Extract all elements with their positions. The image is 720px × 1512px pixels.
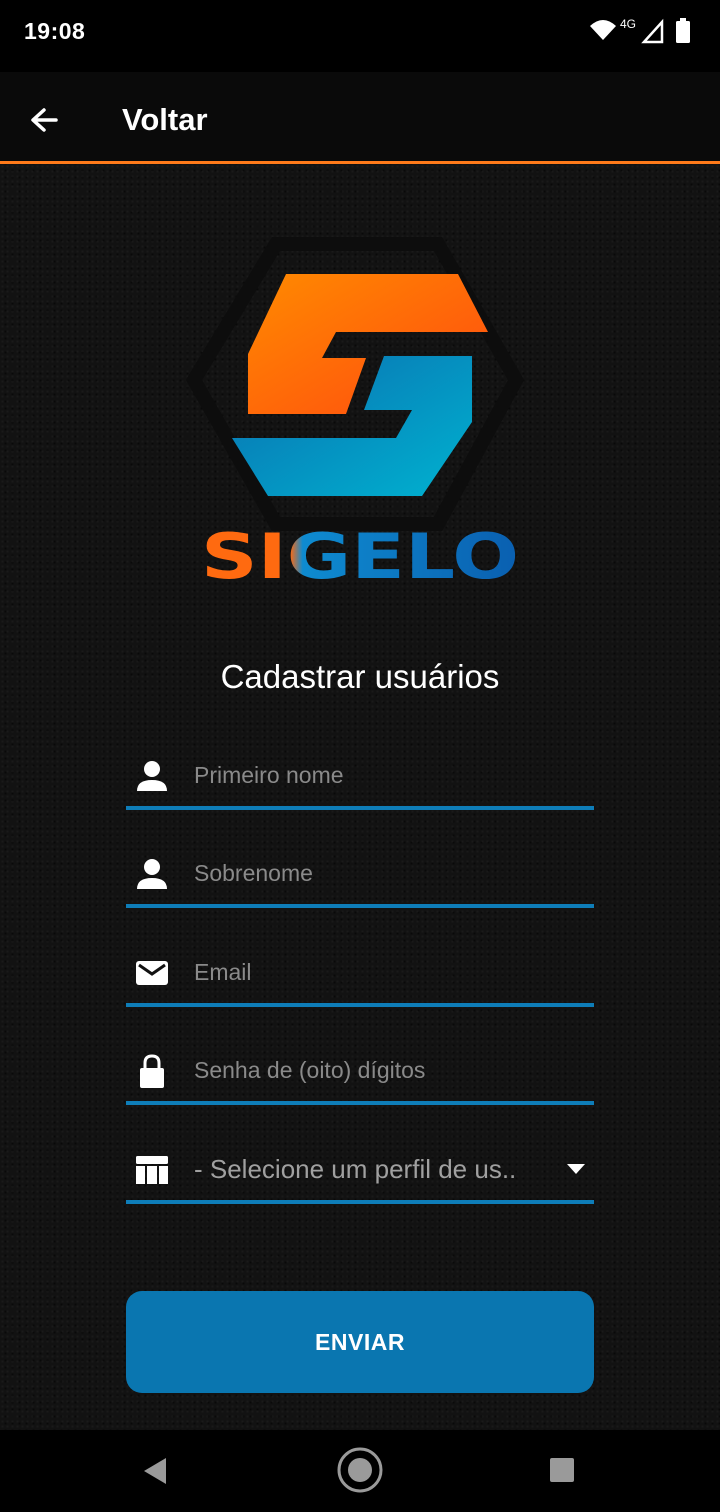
profile-select-value: - Selecione um perfil de us.. (194, 1154, 517, 1184)
person-icon (134, 758, 170, 794)
system-nav-bar (0, 1430, 720, 1512)
battery-icon (676, 18, 690, 43)
last-name-placeholder: Sobrenome (194, 860, 313, 886)
chevron-down-icon (566, 1162, 586, 1180)
password-placeholder: Senha de (oito) dígitos (194, 1057, 426, 1083)
person-icon (134, 856, 170, 892)
last-name-field[interactable]: Sobrenome (126, 844, 594, 908)
status-bar: 19:08 4G (0, 0, 720, 72)
arrow-left-icon (31, 108, 58, 132)
mail-icon (134, 955, 170, 991)
table-icon (134, 1152, 170, 1188)
first-name-field[interactable]: Primeiro nome (126, 746, 594, 810)
profile-select[interactable]: - Selecione um perfil de us.. (126, 1140, 594, 1204)
network-type-label: 4G (620, 17, 636, 31)
nav-recents-button[interactable] (548, 1456, 576, 1489)
sigelo-logo (186, 237, 525, 531)
wifi-icon (590, 20, 616, 40)
status-icons: 4G (588, 16, 698, 46)
circle-home-icon (337, 1447, 383, 1493)
email-placeholder: Email (194, 959, 252, 985)
nav-back-button[interactable] (138, 1448, 172, 1499)
status-time: 19:08 (24, 18, 86, 44)
back-button[interactable] (22, 100, 66, 144)
app-bar-title: Voltar (122, 102, 208, 137)
main-content: SIGELO Cadastrar usuários Primeiro nome … (0, 164, 720, 1430)
nav-home-button[interactable] (336, 1446, 384, 1499)
cell-signal-icon (641, 18, 664, 44)
lock-icon (134, 1053, 170, 1089)
first-name-placeholder: Primeiro nome (194, 762, 344, 788)
submit-button[interactable]: ENVIAR (126, 1291, 594, 1393)
triangle-back-icon (144, 1458, 166, 1484)
square-recents-icon (550, 1458, 574, 1482)
email-field[interactable]: Email (126, 943, 594, 1007)
password-field[interactable]: Senha de (oito) dígitos (126, 1041, 594, 1105)
app-bar: Voltar (0, 72, 720, 164)
form-title: Cadastrar usuários (220, 658, 500, 695)
brand-wordmark-text: SIGELO (201, 524, 519, 588)
brand-wordmark: SIGELO (201, 524, 519, 588)
